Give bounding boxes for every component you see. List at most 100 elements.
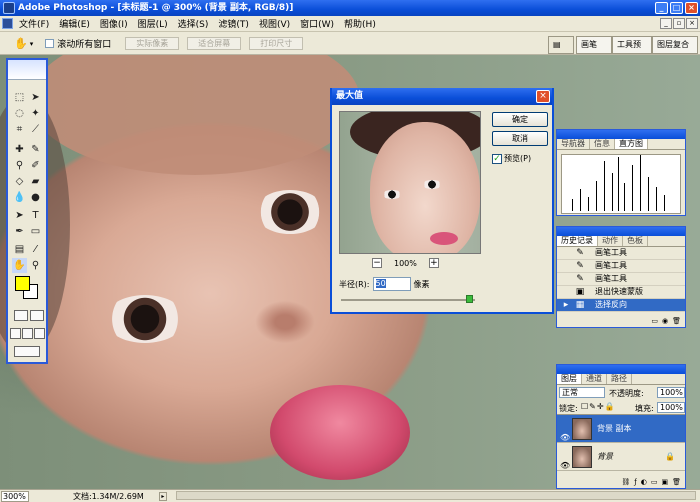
- menu-filter[interactable]: 滤镜(T): [213, 17, 254, 30]
- scroll-all-checkbox[interactable]: [45, 39, 55, 48]
- dialog-title[interactable]: 最大值: [332, 88, 552, 105]
- tab-history[interactable]: 历史记录: [557, 236, 598, 246]
- dialog-close-button[interactable]: ×: [536, 90, 550, 103]
- dodge-tool-icon[interactable]: ●: [28, 190, 43, 205]
- tab-paths[interactable]: 路径: [607, 374, 632, 384]
- layer-style-icon[interactable]: ƒ: [634, 478, 636, 488]
- actual-pixels-button[interactable]: 实际像素: [125, 37, 180, 50]
- link-icon[interactable]: ⛓: [621, 478, 630, 488]
- shape-tool-icon[interactable]: ▭: [28, 224, 43, 239]
- standard-mode-icon[interactable]: [14, 310, 28, 321]
- well-brushes[interactable]: 画笔: [576, 36, 612, 54]
- slice-tool-icon[interactable]: ⟋: [28, 122, 43, 137]
- tab-actions[interactable]: 动作: [598, 236, 623, 246]
- tab-layers[interactable]: 图层: [557, 374, 582, 384]
- eyedropper-icon[interactable]: ⁄: [28, 242, 43, 257]
- new-layer-icon[interactable]: ▣: [661, 478, 668, 488]
- quick-mask-mode-icon[interactable]: [30, 310, 44, 321]
- preview-checkbox[interactable]: ✓: [492, 153, 502, 164]
- magic-wand-icon[interactable]: ✦: [28, 106, 43, 121]
- brush-tool-icon[interactable]: ✎: [28, 142, 43, 157]
- navigator-panel-titlebar[interactable]: [557, 130, 685, 139]
- screen-mode-standard-icon[interactable]: [10, 328, 21, 339]
- filter-preview[interactable]: [339, 111, 481, 254]
- lasso-tool-icon[interactable]: ◌: [12, 106, 27, 121]
- type-tool-icon[interactable]: T: [28, 208, 43, 223]
- tool-preset-arrow-icon[interactable]: ▾: [30, 40, 34, 48]
- blur-tool-icon[interactable]: 💧: [12, 190, 27, 205]
- marquee-tool-icon[interactable]: ⬚: [12, 90, 27, 105]
- foreground-color-swatch[interactable]: [15, 276, 30, 291]
- well-tool-presets[interactable]: 工具预设: [612, 36, 652, 65]
- zoom-in-button[interactable]: +: [428, 258, 439, 268]
- palette-well-icon[interactable]: ▤: [548, 36, 574, 54]
- layers-panel-titlebar[interactable]: [557, 365, 685, 374]
- fit-screen-button[interactable]: 适合屏幕: [187, 37, 242, 50]
- history-item[interactable]: ✎ 画笔工具: [557, 260, 685, 273]
- screen-mode-full-icon[interactable]: [34, 328, 45, 339]
- horizontal-scrollbar[interactable]: [176, 491, 696, 500]
- tab-histogram[interactable]: 直方图: [615, 139, 648, 149]
- ok-button[interactable]: 确定: [492, 112, 548, 127]
- zoom-out-button[interactable]: −: [372, 258, 382, 268]
- radius-slider-thumb[interactable]: [466, 295, 473, 303]
- blend-mode-select[interactable]: 正常: [559, 387, 605, 398]
- move-tool-icon[interactable]: ➤: [28, 90, 43, 105]
- tab-channels[interactable]: 通道: [582, 374, 607, 384]
- maximize-button[interactable]: □: [670, 2, 683, 14]
- hand-tool-icon[interactable]: ✋: [12, 258, 27, 273]
- healing-brush-icon[interactable]: ✚: [12, 142, 27, 157]
- snapshot-icon[interactable]: ◉: [662, 317, 668, 327]
- tab-info[interactable]: 信息: [590, 139, 615, 149]
- notes-tool-icon[interactable]: ▤: [12, 242, 27, 257]
- history-item[interactable]: ✎ 画笔工具: [557, 273, 685, 286]
- layer-row[interactable]: 👁 背景 🔒: [557, 443, 685, 471]
- new-document-icon[interactable]: ▭: [651, 317, 658, 327]
- jump-to-imageready-icon[interactable]: [14, 346, 40, 357]
- close-button[interactable]: ×: [685, 2, 698, 14]
- toolbox-header[interactable]: [8, 60, 46, 80]
- screen-mode-full-menu-icon[interactable]: [22, 328, 33, 339]
- visibility-eye-icon[interactable]: 👁: [560, 452, 570, 480]
- status-menu-arrow-icon[interactable]: ▸: [158, 491, 167, 501]
- path-select-icon[interactable]: ➤: [12, 208, 27, 223]
- radius-input[interactable]: 50: [372, 277, 411, 291]
- opacity-field[interactable]: 100%: [657, 387, 685, 398]
- doc-close-button[interactable]: ×: [686, 18, 698, 29]
- pen-tool-icon[interactable]: ✒: [12, 224, 27, 239]
- trash-icon[interactable]: 🗑: [672, 317, 681, 327]
- lock-options-icon[interactable]: ☐✎✛🔒: [581, 402, 616, 411]
- eraser-tool-icon[interactable]: ◇: [12, 174, 27, 189]
- tab-navigator[interactable]: 导航器: [557, 139, 590, 149]
- folder-icon[interactable]: ▭: [651, 478, 658, 488]
- layer-row[interactable]: 👁 背景 副本: [557, 415, 685, 443]
- fill-field[interactable]: 100%: [657, 402, 685, 413]
- status-zoom-field[interactable]: 300%: [1, 490, 29, 502]
- hand-tool-icon[interactable]: ✋: [14, 37, 28, 50]
- minimize-button[interactable]: _: [655, 2, 668, 14]
- doc-restore-button[interactable]: ▫: [673, 18, 685, 29]
- menu-image[interactable]: 图像(I): [95, 17, 133, 30]
- history-brush-icon[interactable]: ✐: [28, 158, 43, 173]
- menu-file[interactable]: 文件(F): [14, 17, 54, 30]
- menu-view[interactable]: 视图(V): [254, 17, 295, 30]
- tab-swatches[interactable]: 色板: [623, 236, 648, 246]
- doc-minimize-button[interactable]: _: [660, 18, 672, 29]
- well-layer-comps[interactable]: 图层复合: [652, 36, 698, 54]
- mask-icon[interactable]: ◐: [641, 478, 647, 488]
- crop-tool-icon[interactable]: ⌗: [12, 122, 27, 137]
- gradient-tool-icon[interactable]: ▰: [28, 174, 43, 189]
- radius-slider-track[interactable]: [341, 299, 475, 301]
- history-panel-titlebar[interactable]: [557, 227, 685, 236]
- menu-window[interactable]: 窗口(W): [295, 17, 339, 30]
- zoom-tool-icon[interactable]: ⚲: [28, 258, 43, 273]
- menu-layer[interactable]: 图层(L): [133, 17, 173, 30]
- history-item-selected[interactable]: ▸ ▦ 选择反向: [557, 299, 685, 312]
- menu-help[interactable]: 帮助(H): [339, 17, 381, 30]
- history-item[interactable]: ▣ 退出快速蒙版: [557, 286, 685, 299]
- cancel-button[interactable]: 取消: [492, 131, 548, 146]
- menu-select[interactable]: 选择(S): [173, 17, 214, 30]
- trash-icon[interactable]: 🗑: [672, 478, 681, 488]
- print-size-button[interactable]: 打印尺寸: [249, 37, 304, 50]
- history-item[interactable]: ✎ 画笔工具: [557, 247, 685, 260]
